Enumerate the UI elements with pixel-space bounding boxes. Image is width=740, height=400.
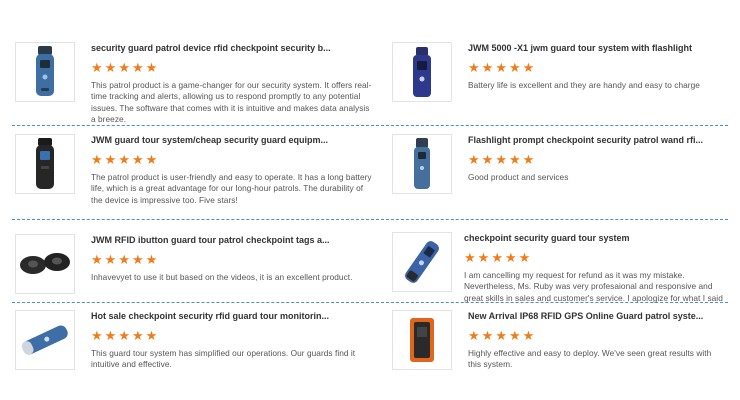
star-icon: ★ bbox=[131, 60, 144, 75]
star-icon: ★ bbox=[504, 250, 517, 265]
star-icon: ★ bbox=[481, 328, 494, 343]
product-thumbnail[interactable] bbox=[392, 134, 452, 194]
star-icon: ★ bbox=[481, 60, 494, 75]
review-title[interactable]: JWM RFID ibutton guard tour patrol check… bbox=[91, 234, 376, 246]
patrol-wand-angled-icon bbox=[405, 241, 439, 283]
star-icon: ★ bbox=[131, 328, 144, 343]
star-icon: ★ bbox=[491, 250, 503, 265]
star-icon: ★ bbox=[118, 328, 130, 343]
product-thumbnail[interactable] bbox=[15, 234, 75, 294]
star-icon: ★ bbox=[104, 60, 117, 75]
star-icon: ★ bbox=[118, 152, 130, 167]
star-icon: ★ bbox=[495, 328, 507, 343]
product-thumbnail[interactable] bbox=[392, 232, 452, 292]
star-icon: ★ bbox=[468, 328, 480, 343]
section-divider bbox=[12, 219, 728, 220]
star-rating: ★ ★ ★ ★ ★ bbox=[468, 61, 728, 75]
star-icon: ★ bbox=[145, 152, 158, 167]
star-icon: ★ bbox=[518, 250, 531, 265]
product-thumbnail[interactable] bbox=[392, 310, 452, 370]
star-rating: ★ ★ ★ ★ ★ bbox=[464, 251, 726, 265]
review-text: Inhavevyet to use it but based on the vi… bbox=[91, 272, 353, 282]
review-text: I am cancelling my request for refund as… bbox=[464, 270, 723, 303]
review-text: The patrol product is user-friendly and … bbox=[91, 172, 372, 205]
handheld-reader-blue-icon bbox=[36, 46, 54, 96]
review-text: Highly effective and easy to deploy. We'… bbox=[468, 348, 712, 370]
review-title[interactable]: Hot sale checkpoint security rfid guard … bbox=[91, 310, 371, 322]
star-icon: ★ bbox=[104, 328, 117, 343]
review-title[interactable]: Flashlight prompt checkpoint security pa… bbox=[468, 134, 728, 146]
review-info: JWM 5000 -X1 jwm guard tour system with … bbox=[468, 42, 728, 91]
star-icon: ★ bbox=[468, 60, 480, 75]
review-text: Battery life is excellent and they are h… bbox=[468, 80, 700, 90]
star-rating: ★ ★ ★ ★ ★ bbox=[468, 329, 723, 343]
review-title[interactable]: checkpoint security guard tour system bbox=[464, 232, 726, 244]
review-title[interactable]: security guard patrol device rfid checkp… bbox=[91, 42, 376, 54]
star-icon: ★ bbox=[118, 252, 130, 267]
review-text: Good product and services bbox=[468, 172, 569, 182]
product-thumbnail[interactable] bbox=[15, 134, 75, 194]
star-icon: ★ bbox=[118, 60, 130, 75]
review-info: JWM guard tour system/cheap security gua… bbox=[91, 134, 376, 206]
section-divider bbox=[12, 302, 728, 303]
review-info: checkpoint security guard tour system ★ ★… bbox=[464, 232, 726, 304]
review-title[interactable]: New Arrival IP68 RFID GPS Online Guard p… bbox=[468, 310, 723, 322]
star-rating: ★ ★ ★ ★ ★ bbox=[91, 153, 376, 167]
product-thumbnail[interactable] bbox=[392, 42, 452, 102]
star-icon: ★ bbox=[481, 152, 494, 167]
handheld-reader-black-icon bbox=[36, 138, 54, 189]
star-icon: ★ bbox=[508, 152, 521, 167]
star-icon: ★ bbox=[104, 252, 117, 267]
star-icon: ★ bbox=[145, 252, 158, 267]
star-icon: ★ bbox=[477, 250, 490, 265]
review-info: Flashlight prompt checkpoint security pa… bbox=[468, 134, 728, 183]
star-rating: ★ ★ ★ ★ ★ bbox=[91, 253, 376, 267]
rugged-reader-orange-icon bbox=[410, 318, 434, 362]
product-thumbnail[interactable] bbox=[15, 310, 75, 370]
star-rating: ★ ★ ★ ★ ★ bbox=[91, 61, 376, 75]
star-icon: ★ bbox=[508, 328, 521, 343]
star-icon: ★ bbox=[91, 60, 103, 75]
star-rating: ★ ★ ★ ★ ★ bbox=[468, 153, 728, 167]
review-text: This guard tour system has simplified ou… bbox=[91, 348, 356, 370]
star-icon: ★ bbox=[495, 60, 507, 75]
star-icon: ★ bbox=[522, 328, 535, 343]
review-title[interactable]: JWM 5000 -X1 jwm guard tour system with … bbox=[468, 42, 728, 54]
review-title[interactable]: JWM guard tour system/cheap security gua… bbox=[91, 134, 376, 146]
star-icon: ★ bbox=[495, 152, 507, 167]
star-icon: ★ bbox=[131, 152, 144, 167]
star-icon: ★ bbox=[522, 152, 535, 167]
review-info: New Arrival IP68 RFID GPS Online Guard p… bbox=[468, 310, 723, 371]
product-thumbnail[interactable] bbox=[15, 42, 75, 102]
star-icon: ★ bbox=[91, 328, 103, 343]
star-icon: ★ bbox=[131, 252, 144, 267]
star-icon: ★ bbox=[464, 250, 476, 265]
handheld-reader-navy-icon bbox=[413, 47, 431, 97]
star-icon: ★ bbox=[91, 152, 103, 167]
checkpoint-tags-icon bbox=[20, 253, 70, 274]
star-icon: ★ bbox=[468, 152, 480, 167]
star-icon: ★ bbox=[104, 152, 117, 167]
star-rating: ★ ★ ★ ★ ★ bbox=[91, 329, 371, 343]
review-info: JWM RFID ibutton guard tour patrol check… bbox=[91, 234, 376, 283]
star-icon: ★ bbox=[508, 60, 521, 75]
patrol-stick-blue-icon bbox=[21, 325, 68, 355]
section-divider bbox=[12, 125, 728, 126]
star-icon: ★ bbox=[91, 252, 103, 267]
patrol-wand-blue-icon bbox=[414, 138, 430, 189]
star-icon: ★ bbox=[145, 60, 158, 75]
review-text: This patrol product is a game-changer fo… bbox=[91, 80, 372, 124]
star-icon: ★ bbox=[522, 60, 535, 75]
review-info: security guard patrol device rfid checkp… bbox=[91, 42, 376, 125]
review-info: Hot sale checkpoint security rfid guard … bbox=[91, 310, 371, 371]
star-icon: ★ bbox=[145, 328, 158, 343]
